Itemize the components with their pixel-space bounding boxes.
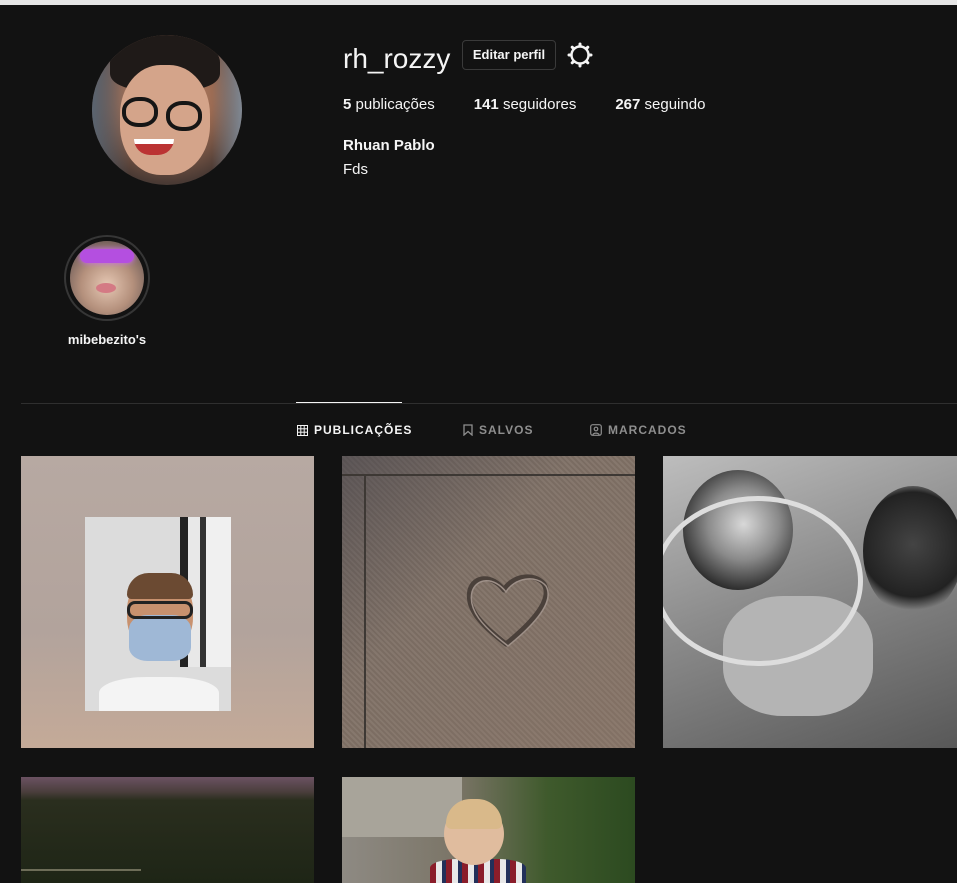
tab-tagged[interactable]: MARCADOS	[590, 423, 687, 437]
tagged-person-icon	[590, 424, 602, 436]
story-highlight-cover	[70, 241, 144, 315]
tab-saved-label: SALVOS	[479, 423, 534, 437]
bookmark-icon	[463, 424, 473, 436]
profile-full-name: Rhuan Pablo	[343, 137, 435, 154]
tab-tagged-label: MARCADOS	[608, 423, 687, 437]
story-highlight[interactable]	[64, 235, 150, 321]
tabs-divider	[21, 403, 957, 404]
stat-posts-count: 5	[343, 96, 352, 113]
profile-stats: 5 publicações 141 seguidores 267 seguind…	[343, 96, 744, 113]
post-thumbnail-dolls[interactable]	[663, 456, 957, 748]
post-thumbnail-child[interactable]	[342, 777, 635, 883]
heart-drawing-icon	[466, 574, 549, 647]
tab-posts[interactable]: PUBLICAÇÕES	[297, 423, 412, 437]
tab-posts-label: PUBLICAÇÕES	[314, 423, 413, 437]
profile-bio: Fds	[343, 161, 369, 178]
stat-posts: 5 publicações	[343, 96, 435, 113]
stat-following[interactable]: 267 seguindo	[615, 96, 705, 113]
post-thumbnail-field[interactable]	[21, 777, 314, 883]
stat-posts-label: publicações	[355, 96, 435, 113]
profile-username: rh_rozzy	[343, 43, 451, 74]
stat-following-label: seguindo	[644, 96, 706, 113]
stat-followers[interactable]: 141 seguidores	[474, 96, 577, 113]
post-thumbnail-selfie[interactable]	[21, 456, 314, 748]
tab-saved[interactable]: SALVOS	[463, 423, 533, 437]
grid-icon	[297, 424, 308, 436]
profile-avatar[interactable]	[92, 35, 242, 185]
stat-followers-count: 141	[473, 96, 499, 113]
post-thumbnail-heart[interactable]	[342, 456, 635, 748]
stat-followers-label: seguidores	[502, 96, 577, 113]
stat-following-count: 267	[615, 96, 641, 113]
profile-page: rh_rozzy Editar perfil 5 publicações 141…	[0, 5, 957, 883]
settings-gear-icon[interactable]	[567, 42, 593, 68]
edit-profile-button[interactable]: Editar perfil	[462, 40, 556, 70]
story-highlight-label: mibebezito's	[67, 332, 147, 347]
active-tab-indicator	[296, 402, 402, 403]
